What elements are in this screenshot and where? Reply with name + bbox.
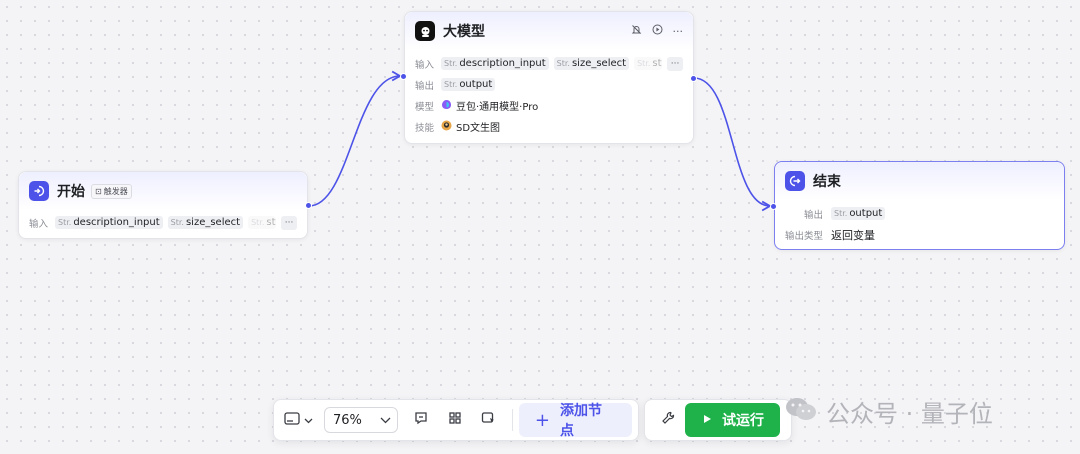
- skill-label: 技能: [415, 122, 435, 134]
- input-label: 输入: [415, 59, 435, 71]
- end-node[interactable]: 结束 输出 Str. output 输出类型 返回变量: [774, 161, 1065, 250]
- more-inputs-button[interactable]: ···: [281, 215, 297, 230]
- select-mode-button[interactable]: [472, 405, 506, 435]
- skill-value[interactable]: SD文生图: [441, 119, 500, 134]
- end-node-title: 结束: [813, 174, 841, 190]
- input-label: 输入: [29, 218, 49, 230]
- watermark: 公众号 · 量子位: [784, 394, 993, 429]
- llm-output-port[interactable]: [690, 75, 697, 82]
- input-tag: Str. size_select: [167, 216, 244, 229]
- zoom-select[interactable]: 76%: [323, 407, 398, 433]
- lock-icon: ⊡: [95, 186, 102, 196]
- start-node-header[interactable]: 开始 ⊡ 触发器: [19, 172, 307, 210]
- doubao-logo-icon: [441, 99, 452, 113]
- output-label: 输出: [803, 209, 823, 221]
- llm-node-header[interactable]: 大模型 ···: [405, 12, 693, 50]
- output-tag: Str. output: [831, 207, 886, 220]
- end-output-row: 输出 Str. output: [775, 203, 1064, 224]
- llm-node[interactable]: 大模型 ··· 输入 Str. description_input Str. siz…: [404, 11, 694, 144]
- debug-settings-button[interactable]: [651, 405, 685, 435]
- more-inputs-button[interactable]: ···: [667, 56, 683, 71]
- start-node-title: 开始: [57, 184, 85, 200]
- input-tag: Str.sty: [634, 57, 663, 70]
- bell-off-icon[interactable]: [631, 24, 642, 38]
- llm-model-row: 模型 豆包·通用模型·Pro: [405, 95, 693, 116]
- sd-plugin-icon: [441, 120, 452, 134]
- trigger-badge[interactable]: ⊡ 触发器: [91, 183, 132, 199]
- logout-arrow-icon: [785, 171, 805, 191]
- play-circle-icon[interactable]: [652, 24, 663, 38]
- edge-start-to-llm: [308, 70, 402, 207]
- end-node-header[interactable]: 结束: [775, 162, 1064, 200]
- input-tag: Str. description_input: [55, 216, 163, 229]
- llm-input-row: 输入 Str. description_input Str. size_select…: [405, 53, 693, 74]
- start-node[interactable]: 开始 ⊡ 触发器 输入 Str. description_input Str. si…: [18, 171, 308, 239]
- auto-layout-button[interactable]: [438, 405, 472, 435]
- input-tag: Str. description_input: [441, 57, 549, 70]
- plus-icon: +: [534, 409, 551, 431]
- input-tag: Str. size_select: [553, 57, 630, 70]
- model-label: 模型: [415, 101, 435, 113]
- chevron-down-icon: [304, 413, 313, 428]
- canvas-toolbar: 76% + 添加节点: [273, 399, 639, 441]
- output-label: 输出: [415, 80, 435, 92]
- run-toolbar: 试运行: [644, 399, 792, 441]
- grid-layout-icon: [448, 411, 462, 429]
- llm-skill-row: 技能 SD文生图: [405, 116, 693, 137]
- output-type-value[interactable]: 返回变量: [831, 227, 875, 243]
- minimap-toggle[interactable]: [280, 405, 318, 435]
- chevron-down-icon: [380, 413, 391, 428]
- add-node-button[interactable]: + 添加节点: [518, 403, 632, 439]
- test-run-button[interactable]: 试运行: [685, 403, 780, 437]
- input-tag: Str.sty: [248, 216, 277, 229]
- comment-button[interactable]: [404, 405, 438, 435]
- end-output-type-row: 输出类型 返回变量: [775, 224, 1064, 245]
- end-input-port[interactable]: [770, 203, 777, 210]
- start-output-port[interactable]: [305, 202, 312, 209]
- output-type-label: 输出类型: [785, 230, 824, 242]
- play-triangle-icon: [703, 412, 712, 428]
- model-value[interactable]: 豆包·通用模型·Pro: [441, 98, 538, 113]
- llm-node-title: 大模型: [443, 24, 485, 40]
- comment-icon: [414, 411, 428, 429]
- wrench-icon: [661, 411, 675, 429]
- login-arrow-icon: [29, 181, 49, 201]
- wechat-icon: [784, 395, 818, 429]
- toolbar-divider: [511, 409, 513, 431]
- llm-input-port[interactable]: [400, 73, 407, 80]
- minimap-icon: [284, 411, 301, 429]
- llm-header-actions: ···: [631, 24, 684, 38]
- edge-llm-to-end: [693, 77, 772, 212]
- llm-output-row: 输出 Str. output: [405, 74, 693, 95]
- robot-icon: [415, 21, 435, 41]
- zoom-value: 76%: [332, 412, 362, 428]
- pointer-select-icon: [481, 411, 496, 429]
- output-tag: Str. output: [441, 78, 496, 91]
- ellipsis-icon[interactable]: ···: [673, 25, 684, 38]
- start-input-row: 输入 Str. description_input Str. size_select…: [19, 212, 307, 233]
